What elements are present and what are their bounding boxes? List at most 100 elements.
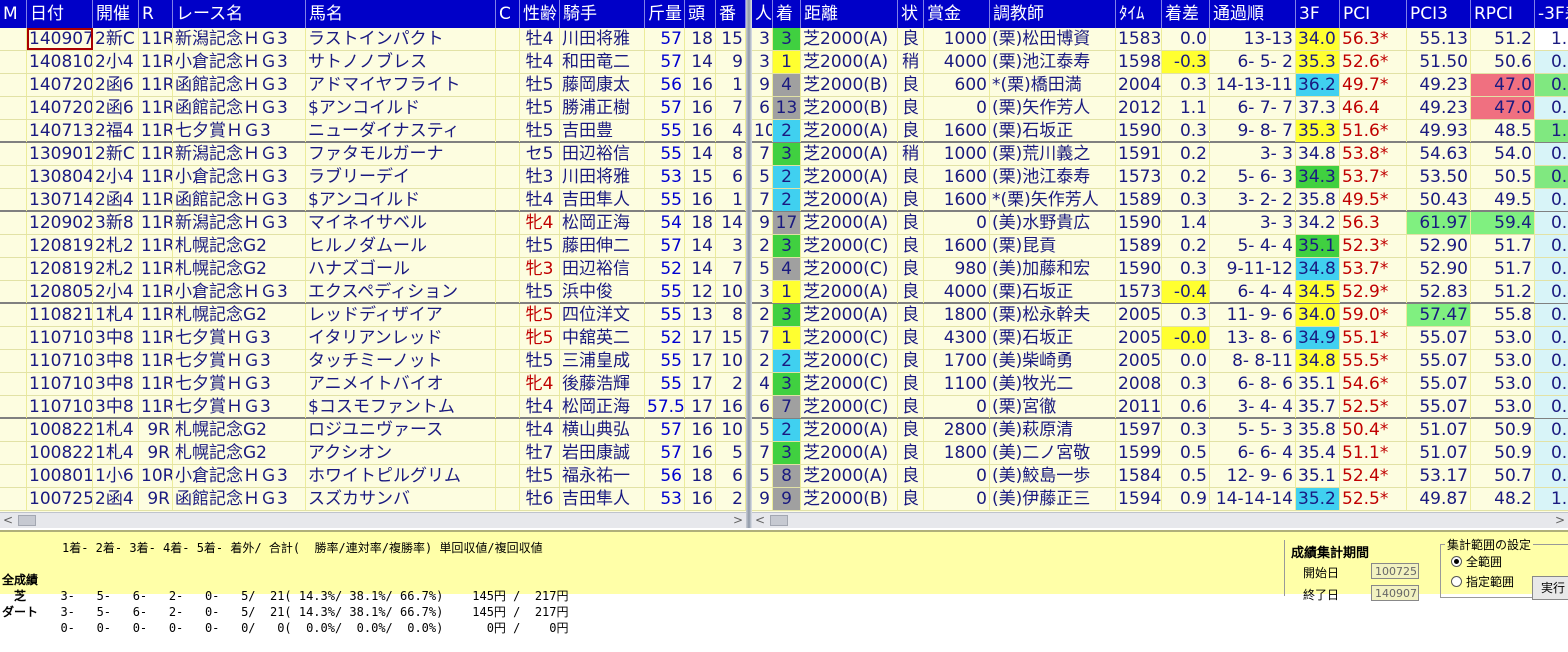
end-date-field[interactable]: 140907	[1371, 585, 1419, 601]
table-row[interactable]: 6 13 芝2000(B) 良 0 (栗)矢作芳人 2012 1.1 6- 7- 7 37.3 46…	[752, 97, 1568, 120]
start-date-field[interactable]: 100725	[1371, 563, 1419, 579]
table-row[interactable]: 102芝2000(A)良1600(栗)石坂正15900.39- 8- 735.3…	[752, 120, 1568, 143]
scroll-left-icon[interactable]: <	[752, 513, 768, 528]
right-header-12[interactable]: RPCI	[1471, 0, 1535, 28]
right-header-9[interactable]: 3F	[1296, 0, 1340, 28]
pci3-cell: 61.97	[1407, 212, 1471, 234]
table-row[interactable]: 140907 2新C 11R 新潟記念ＨＧ3 ラストインパクト 牡4 川田将雅 57 18 15	[0, 28, 746, 51]
right-header-4[interactable]: 賞金	[924, 0, 990, 28]
table-row[interactable]: 140713 2福4 11R 七夕賞ＨＧ3 ニューダイナスティ 牡5 吉田豊 55 16 4	[0, 120, 746, 143]
time-cell: 1590	[1118, 212, 1162, 234]
table-row[interactable]: 100801 1小6 10R 小倉記念ＨＧ3 ホワイトピルグリム 牡5 福永祐一 56 18 6	[0, 465, 746, 488]
table-row[interactable]: 5 2 芝2000(A) 良 2800 (美)萩原清 1597 0.3 5- 5- 3 35.8 5…	[752, 419, 1568, 442]
table-row[interactable]: 130804 2小4 11R 小倉記念ＨＧ3 ラブリーデイ 牡3 川田将雅 53 15 6	[0, 166, 746, 189]
table-row[interactable]: 120819 2札2 11R 札幌記念G2 ハナズゴール 牝3 田辺裕信 52 14 7	[0, 258, 746, 281]
table-row[interactable]: 7 1 芝2000(C) 良 4300 (栗)石坂正 2005 -0.0 13- 8- 6 34.…	[752, 327, 1568, 350]
left-header-0[interactable]: M	[0, 0, 27, 28]
scroll-right-icon[interactable]: >	[1552, 513, 1568, 528]
right-header-7[interactable]: 着差	[1162, 0, 1210, 28]
table-row[interactable]: 110710 3中8 11R 七夕賞ＨＧ3 タッチミーノット 牡5 三浦皇成 55 17 10	[0, 350, 746, 373]
left-header-4[interactable]: レース名	[173, 0, 306, 28]
table-row[interactable]: 110821 1札4 11R 札幌記念G2 レッドディザイア 牝5 四位洋文 55 13 8	[0, 304, 746, 327]
trainer-cell: (栗)池江泰寿	[990, 51, 1116, 73]
right-header-2[interactable]: 距離	[801, 0, 898, 28]
left-header-2[interactable]: 開催	[93, 0, 139, 28]
scroll-left-icon[interactable]: <	[0, 513, 16, 528]
table-row[interactable]: 110710 3中8 11R 七夕賞ＨＧ3 イタリアンレッド 牝5 中舘英二 52 17 15	[0, 327, 746, 350]
horse-name-cell: エクスペディション	[306, 281, 496, 303]
table-row[interactable]: 7 3 芝2000(A) 稍 1000 (栗)荒川義之 1591 0.2 3- 3 34.8 53.…	[752, 143, 1568, 166]
left-header-3[interactable]: R	[139, 0, 173, 28]
table-row[interactable]: 3 1 芝2000(A) 良 4000 (栗)石坂正 1573 -0.4 6- 4- 4 34.5…	[752, 281, 1568, 304]
date-cell: 140810	[29, 51, 93, 73]
right-header-13[interactable]: -3F差	[1535, 0, 1568, 28]
range-select-radio[interactable]: 指定範囲	[1451, 573, 1514, 590]
table-row[interactable]: 140810 2小4 11R 小倉記念ＨＧ3 サトノノブレス 牡4 和田竜二 57 14 9	[0, 51, 746, 74]
table-row[interactable]: 100725 2函4 9R 函館記念ＨＧ3 スズカサンバ 牡6 吉田隼人 53 16 2	[0, 488, 746, 511]
right-header-3[interactable]: 状	[898, 0, 924, 28]
passing-order-cell: 14-14-14	[1210, 488, 1296, 510]
right-header-6[interactable]: ﾀｲﾑ	[1116, 0, 1162, 28]
table-row[interactable]: 9 9 芝2000(B) 良 0 (美)伊藤正三 1594 0.9 14-14-14 35.2 52…	[752, 488, 1568, 511]
table-row[interactable]: 2 2 芝2000(C) 良 1700 (美)柴崎勇 2005 0.0 8- 8-11 34.8 5…	[752, 350, 1568, 373]
scroll-thumb[interactable]	[770, 515, 788, 526]
prize-cell: 1100	[924, 373, 990, 395]
right-header-1[interactable]: 着	[773, 0, 801, 28]
popularity-cell: 9	[752, 212, 773, 234]
scroll-right-icon[interactable]: >	[730, 513, 746, 528]
left-horizontal-scrollbar[interactable]: < >	[0, 512, 746, 528]
left-header-10[interactable]: 頭	[685, 0, 716, 28]
table-row[interactable]: 140720 2函6 11R 函館記念ＨＧ3 アドマイヤフライト 牡5 藤岡康太 56 16 1	[0, 74, 746, 97]
scroll-thumb[interactable]	[18, 515, 36, 526]
table-row[interactable]: 110710 3中8 11R 七夕賞ＨＧ3 アニメイトバイオ 牝4 後藤浩輝 55 17 2	[0, 373, 746, 396]
popularity-cell: 7	[752, 143, 773, 165]
table-row[interactable]: 3 3 芝2000(A) 良 1000 (栗)松田博資 1583 0.0 13-13 34.0 56…	[752, 28, 1568, 51]
left-header-7[interactable]: 性齢	[520, 0, 560, 28]
range-all-radio[interactable]: 全範囲	[1451, 553, 1502, 570]
date-cell: 140720	[29, 74, 93, 96]
last3f-cell: 35.1	[1296, 235, 1340, 257]
run-button[interactable]: 実行	[1532, 576, 1568, 600]
pci3-cell: 54.63	[1407, 143, 1471, 165]
race-number-cell: 11R	[141, 327, 173, 349]
table-row[interactable]: 2 3 芝2000(A) 良 1800 (栗)松永幹夫 2005 0.3 11- 9- 6 34.…	[752, 304, 1568, 327]
table-row[interactable]: 120805 2小4 11R 小倉記念ＨＧ3 エクスペディション 牡5 浜中俊 55 12 10	[0, 281, 746, 304]
table-row[interactable]: 7 3 芝2000(A) 良 1800 (美)二ノ宮敬 1599 0.5 6- 6- 4 35.4…	[752, 442, 1568, 465]
left-header-9[interactable]: 斤量	[645, 0, 685, 28]
table-row[interactable]: 130714 2函4 11R 函館記念ＨＧ3 $アンコイルド 牡4 吉田隼人 55 16 1	[0, 189, 746, 212]
left-header-8[interactable]: 騎手	[560, 0, 645, 28]
prize-cell: 4300	[924, 327, 990, 349]
table-row[interactable]: 100822 1札4 9R 札幌記念G2 ロジユニヴァース 牡4 横山典弘 57 16 10	[0, 419, 746, 442]
margin-cell: 0.2	[1162, 143, 1210, 165]
table-row[interactable]: 9 17 芝2000(A) 良 0 (美)水野貴広 1590 1.4 3- 3 34.2 56.3 6…	[752, 212, 1568, 235]
table-row[interactable]: 2 3 芝2000(C) 良 1600 (栗)昆貢 1589 0.2 5- 4- 4 35.1 52…	[752, 235, 1568, 258]
left-header-6[interactable]: C	[496, 0, 520, 28]
table-row[interactable]: 130901 2新C 11R 新潟記念ＨＧ3 ファタモルガーナ セ5 田辺裕信 55 14 8	[0, 143, 746, 166]
table-row[interactable]: 110710 3中8 11R 七夕賞ＨＧ3 $コスモファントム 牡4 松岡正海 57.5 17 1…	[0, 396, 746, 419]
left-header-11[interactable]: 番	[716, 0, 746, 28]
table-row[interactable]: 120819 2札2 11R 札幌記念G2 ヒルノダムール 牡5 藤田伸二 57 14 3	[0, 235, 746, 258]
left-header-1[interactable]: 日付	[27, 0, 93, 28]
end-date-label: 終了日	[1303, 588, 1340, 602]
left-header-5[interactable]: 馬名	[306, 0, 496, 28]
right-horizontal-scrollbar[interactable]: < >	[752, 512, 1568, 528]
right-header-10[interactable]: PCI	[1340, 0, 1407, 28]
table-row[interactable]: 3 1 芝2000(A) 稍 4000 (栗)池江泰寿 1598 -0.3 6- 5- 2 35.…	[752, 51, 1568, 74]
table-row[interactable]: 4 3 芝2000(C) 良 1100 (美)牧光二 2008 0.3 6- 8- 6 35.1 5…	[752, 373, 1568, 396]
right-header-row: 人着距離状賞金調教師ﾀｲﾑ着差通過順3FPCIPCI3RPCI-3F差	[752, 0, 1568, 28]
weight-cell: 57	[645, 419, 685, 441]
right-header-5[interactable]: 調教師	[990, 0, 1116, 28]
table-row[interactable]: 140720 2函6 11R 函館記念ＨＧ3 $アンコイルド 牡5 勝浦正樹 57 16 7	[0, 97, 746, 120]
table-row[interactable]: 120902 3新8 11R 新潟記念ＨＧ3 マイネイサベル 牝4 松岡正海 54 18 14	[0, 212, 746, 235]
table-row[interactable]: 5 8 芝2000(A) 良 0 (美)鮫島一歩 1584 0.5 12- 9- 6 35.1 52…	[752, 465, 1568, 488]
right-header-0[interactable]: 人	[752, 0, 773, 28]
table-row[interactable]: 7 2 芝2000(A) 良 1600 *(栗)矢作芳人 1589 0.3 3- 2- 2 35.…	[752, 189, 1568, 212]
table-row[interactable]: 9 4 芝2000(B) 良 600 *(栗)橋田満 2004 0.3 14-13-11 36.2…	[752, 74, 1568, 97]
right-header-11[interactable]: PCI3	[1407, 0, 1471, 28]
right-header-8[interactable]: 通過順	[1210, 0, 1296, 28]
table-row[interactable]: 5 2 芝2000(A) 良 1600 (栗)池江泰寿 1573 0.2 5- 6- 3 34.3…	[752, 166, 1568, 189]
table-row[interactable]: 6 7 芝2000(C) 良 0 (栗)宮徹 2011 0.6 3- 4- 4 35.7 52.5*…	[752, 396, 1568, 419]
table-row[interactable]: 100822 1札4 9R 札幌記念G2 アクシオン 牡7 岩田康誠 57 16 5	[0, 442, 746, 465]
table-row[interactable]: 5 4 芝2000(C) 良 980 (美)加藤和宏 1590 0.3 9-11-12 34.8 5…	[752, 258, 1568, 281]
popularity-cell: 5	[752, 419, 773, 441]
